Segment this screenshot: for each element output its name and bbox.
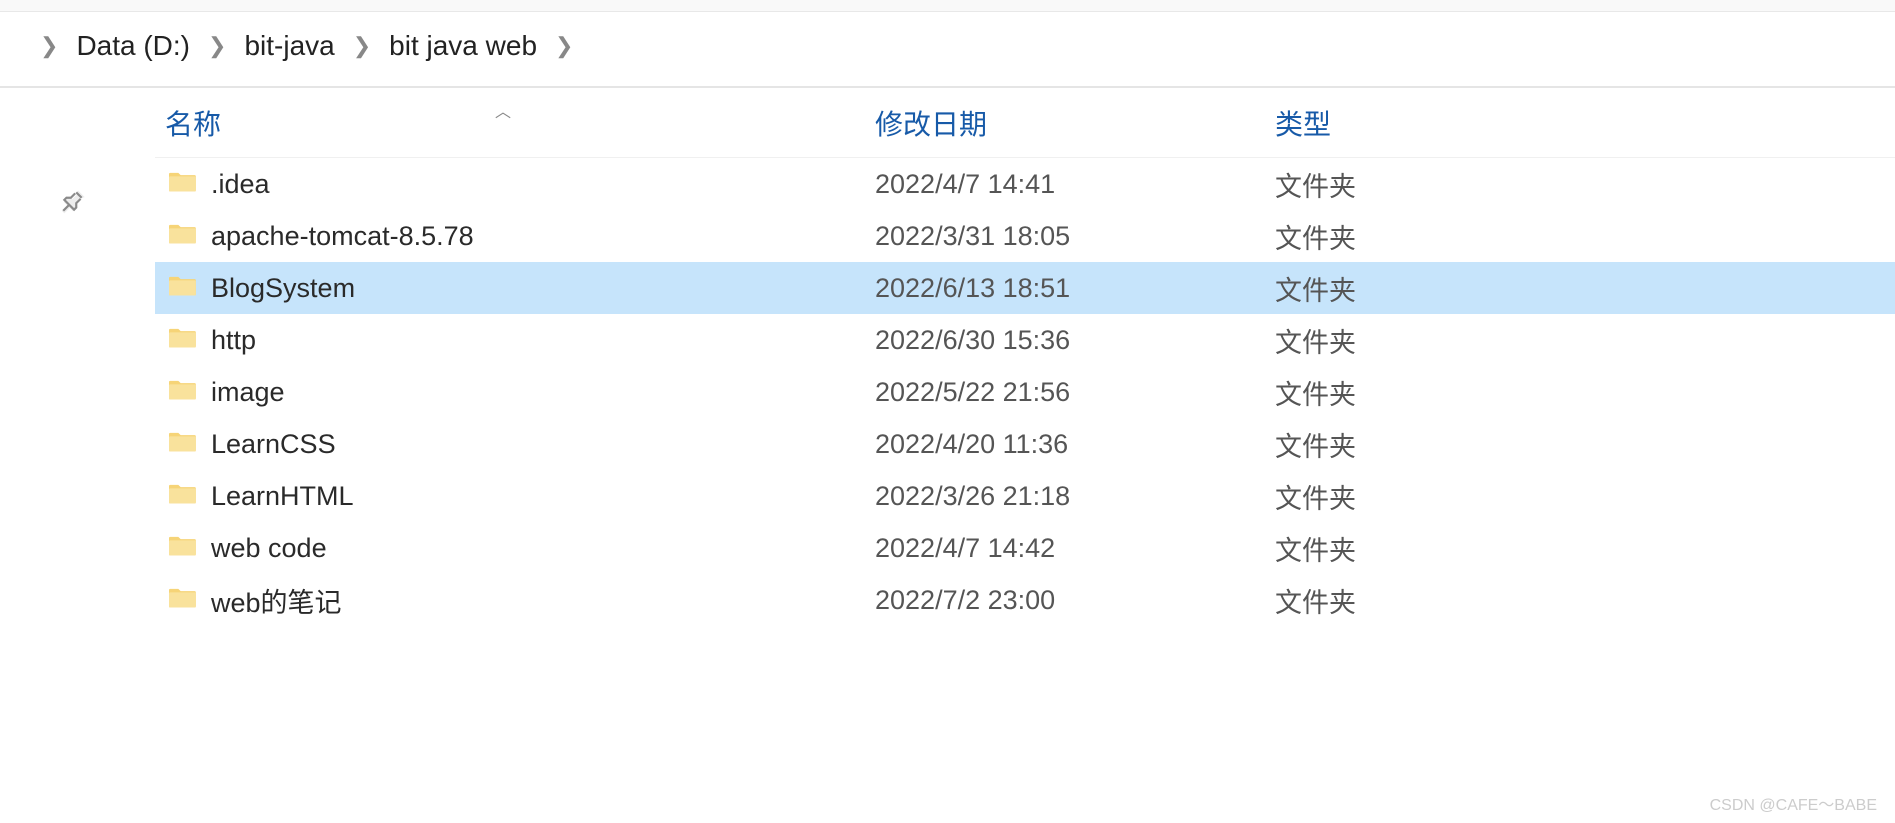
cell-modified: 2022/4/7 14:42 — [875, 533, 1275, 564]
left-gutter — [0, 88, 155, 626]
sort-ascending-icon: ︿ — [495, 98, 511, 122]
cell-modified: 2022/3/26 21:18 — [875, 481, 1275, 512]
cell-name: BlogSystem — [155, 273, 875, 304]
cell-name: http — [155, 325, 875, 356]
table-row[interactable]: apache-tomcat-8.5.78 2022/3/31 18:05文件夹 — [155, 210, 1895, 262]
top-divider — [0, 0, 1895, 12]
cell-modified: 2022/5/22 21:56 — [875, 377, 1275, 408]
file-name: http — [211, 325, 256, 356]
chevron-right-icon: ❯ — [40, 33, 58, 59]
folder-icon — [169, 533, 197, 564]
main-area: 名称 ︿ 修改日期 类型 .idea2022/4/7 14:41文件夹apach… — [0, 88, 1895, 626]
folder-icon — [169, 273, 197, 304]
folder-icon — [169, 377, 197, 408]
cell-type: 文件夹 — [1275, 581, 1575, 620]
cell-modified: 2022/7/2 23:00 — [875, 585, 1275, 616]
table-row[interactable]: image 2022/5/22 21:56文件夹 — [155, 366, 1895, 418]
cell-type: 文件夹 — [1275, 165, 1575, 204]
breadcrumb-item-0[interactable]: Data (D:) — [76, 30, 190, 62]
file-name: web code — [211, 533, 327, 564]
file-name: LearnCSS — [211, 429, 336, 460]
table-row[interactable]: .idea 2022/4/7 14:41文件夹 — [155, 158, 1895, 210]
pin-icon[interactable] — [60, 188, 86, 221]
cell-type: 文件夹 — [1275, 373, 1575, 412]
cell-name: LearnHTML — [155, 481, 875, 512]
folder-icon — [169, 221, 197, 252]
file-name: .idea — [211, 169, 270, 200]
cell-type: 文件夹 — [1275, 269, 1575, 308]
watermark: CSDN @CAFE～BABE — [1710, 791, 1877, 815]
breadcrumb-item-1[interactable]: bit-java — [244, 30, 334, 62]
cell-type: 文件夹 — [1275, 217, 1575, 256]
table-row[interactable]: LearnHTML 2022/3/26 21:18文件夹 — [155, 470, 1895, 522]
column-header-row: 名称 ︿ 修改日期 类型 — [155, 88, 1895, 158]
cell-type: 文件夹 — [1275, 321, 1575, 360]
table-row[interactable]: LearnCSS 2022/4/20 11:36文件夹 — [155, 418, 1895, 470]
column-name-label: 名称 — [165, 103, 221, 143]
folder-icon — [169, 429, 197, 460]
cell-name: image — [155, 377, 875, 408]
cell-type: 文件夹 — [1275, 425, 1575, 464]
cell-modified: 2022/4/20 11:36 — [875, 429, 1275, 460]
cell-name: LearnCSS — [155, 429, 875, 460]
cell-name: .idea — [155, 169, 875, 200]
table-row[interactable]: web code 2022/4/7 14:42文件夹 — [155, 522, 1895, 574]
cell-name: apache-tomcat-8.5.78 — [155, 221, 875, 252]
folder-icon — [169, 585, 197, 616]
cell-type: 文件夹 — [1275, 477, 1575, 516]
cell-modified: 2022/4/7 14:41 — [875, 169, 1275, 200]
folder-icon — [169, 169, 197, 200]
folder-icon — [169, 325, 197, 356]
cell-modified: 2022/6/30 15:36 — [875, 325, 1275, 356]
file-name: image — [211, 377, 285, 408]
column-header-type[interactable]: 类型 — [1275, 103, 1575, 143]
cell-name: web code — [155, 533, 875, 564]
chevron-right-icon: ❯ — [208, 33, 226, 59]
cell-name: web的笔记 — [155, 581, 875, 620]
folder-icon — [169, 481, 197, 512]
column-header-name[interactable]: 名称 — [155, 103, 875, 143]
cell-modified: 2022/6/13 18:51 — [875, 273, 1275, 304]
column-header-modified[interactable]: 修改日期 — [875, 103, 1275, 143]
cell-modified: 2022/3/31 18:05 — [875, 221, 1275, 252]
file-name: BlogSystem — [211, 273, 355, 304]
rows-container: .idea2022/4/7 14:41文件夹apache-tomcat-8.5.… — [155, 158, 1895, 626]
table-row[interactable]: http 2022/6/30 15:36文件夹 — [155, 314, 1895, 366]
file-name: LearnHTML — [211, 481, 354, 512]
breadcrumb-item-2[interactable]: bit java web — [389, 30, 537, 62]
file-list: 名称 ︿ 修改日期 类型 .idea2022/4/7 14:41文件夹apach… — [155, 88, 1895, 626]
chevron-right-icon: ❯ — [555, 33, 573, 59]
table-row[interactable]: BlogSystem 2022/6/13 18:51文件夹 — [155, 262, 1895, 314]
cell-type: 文件夹 — [1275, 529, 1575, 568]
breadcrumb[interactable]: ❯ Data (D:) ❯ bit-java ❯ bit java web ❯ — [0, 12, 1895, 86]
table-row[interactable]: web的笔记 2022/7/2 23:00文件夹 — [155, 574, 1895, 626]
file-name: apache-tomcat-8.5.78 — [211, 221, 474, 252]
chevron-right-icon: ❯ — [353, 33, 371, 59]
file-name: web的笔记 — [211, 581, 342, 620]
